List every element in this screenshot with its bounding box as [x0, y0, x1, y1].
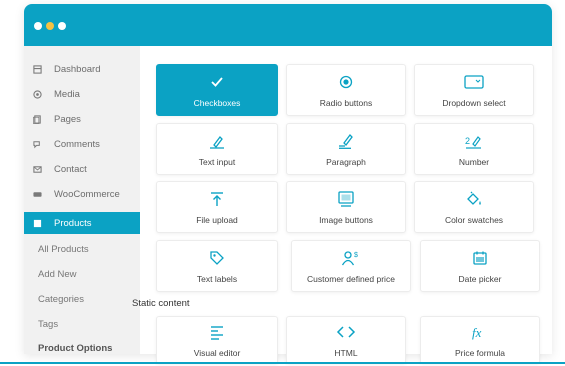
sidebar-item-comments[interactable]: Comments — [24, 133, 140, 155]
dashboard-icon — [33, 64, 42, 74]
field-card-date-picker[interactable]: Date picker — [420, 240, 540, 292]
paragraph-icon — [336, 132, 356, 150]
sidebar-item-label: Media — [54, 88, 80, 100]
svg-text:$: $ — [354, 252, 358, 259]
sidebar-item-contact[interactable]: Contact — [24, 158, 140, 180]
dropdown-icon — [464, 73, 484, 91]
fx-icon: fx — [470, 323, 490, 341]
admin-sidebar: Dashboard Media Pages Comments Contact W… — [24, 46, 140, 354]
code-icon — [336, 323, 356, 341]
field-card-text-labels[interactable]: Text labels — [156, 240, 278, 292]
bottom-accent-line — [0, 362, 565, 364]
checkmark-icon — [207, 73, 227, 91]
paint-bucket-icon — [464, 190, 484, 208]
sidebar-item-pages[interactable]: Pages — [24, 108, 140, 130]
submenu-item-categories[interactable]: Categories — [38, 294, 84, 305]
comments-icon — [33, 140, 40, 148]
field-card-visual-editor[interactable]: Visual editor — [156, 316, 278, 364]
field-card-label: Checkboxes — [193, 97, 241, 108]
radio-icon — [336, 73, 356, 91]
field-card-label: File upload — [196, 214, 238, 225]
window-dot-white — [34, 22, 42, 30]
submenu-item-all-products[interactable]: All Products — [38, 244, 89, 255]
contact-icon — [33, 165, 42, 173]
field-card-image-buttons[interactable]: Image buttons — [286, 181, 406, 233]
sidebar-item-media[interactable]: Media — [24, 83, 140, 105]
field-card-color-swatches[interactable]: Color swatches — [414, 181, 534, 233]
field-card-label: Visual editor — [193, 347, 241, 358]
submenu-item-product-options[interactable]: Product Options — [38, 343, 112, 354]
field-card-paragraph[interactable]: Paragraph — [286, 123, 406, 175]
sidebar-item-label: Comments — [54, 138, 100, 150]
field-card-label: HTML — [334, 347, 358, 358]
sidebar-item-label: Dashboard — [54, 63, 101, 75]
media-icon — [33, 89, 42, 99]
sidebar-item-label: Products — [54, 217, 92, 229]
app-window: Dashboard Media Pages Comments Contact W… — [24, 4, 552, 354]
field-card-number[interactable]: 2 Number — [414, 123, 534, 175]
field-card-radio-buttons[interactable]: Radio buttons — [286, 64, 406, 116]
field-card-label: Customer defined price — [307, 273, 395, 284]
pages-icon — [33, 114, 41, 124]
sidebar-item-products[interactable]: Products — [24, 212, 140, 234]
woocommerce-icon — [33, 191, 42, 197]
field-card-file-upload[interactable]: File upload — [156, 181, 278, 233]
field-card-label: Color swatches — [444, 214, 504, 225]
window-dot-white — [58, 22, 66, 30]
number-icon: 2 — [464, 132, 484, 150]
sidebar-item-label: WooCommerce — [54, 188, 120, 200]
field-card-text-input[interactable]: Text input — [156, 123, 278, 175]
image-icon — [336, 190, 356, 208]
sidebar-item-woocommerce[interactable]: WooCommerce — [24, 183, 140, 205]
field-card-label: Dropdown select — [442, 97, 506, 108]
field-card-dropdown-select[interactable]: Dropdown select — [414, 64, 534, 116]
window-titlebar — [24, 4, 552, 46]
field-card-checkboxes[interactable]: Checkboxes — [156, 64, 278, 116]
tag-icon — [207, 249, 227, 267]
field-card-html[interactable]: HTML — [286, 316, 406, 364]
sidebar-item-label: Contact — [54, 163, 87, 175]
sidebar-item-dashboard[interactable]: Dashboard — [24, 58, 140, 80]
field-card-customer-defined-price[interactable]: $ Customer defined price — [291, 240, 411, 292]
submenu-item-tags[interactable]: Tags — [38, 319, 58, 330]
text-input-icon — [207, 132, 227, 150]
customer-price-icon: $ — [341, 249, 361, 267]
field-card-label: Text input — [198, 156, 236, 167]
calendar-icon — [470, 249, 490, 267]
upload-icon — [207, 190, 227, 208]
products-icon — [33, 219, 42, 227]
field-card-label: Radio buttons — [319, 97, 373, 108]
field-card-label: Image buttons — [319, 214, 373, 225]
field-card-label: Price formula — [454, 347, 506, 358]
svg-text:fx: fx — [472, 325, 482, 340]
window-dot-yellow — [46, 22, 54, 30]
sidebar-item-label: Pages — [54, 113, 81, 125]
svg-text:2: 2 — [465, 136, 470, 146]
field-card-price-formula[interactable]: fx Price formula — [420, 316, 540, 364]
field-card-label: Text labels — [196, 273, 238, 284]
field-card-label: Date picker — [458, 273, 502, 284]
static-content-heading: Static content — [132, 298, 190, 309]
products-submenu: All Products Add New Categories Tags Pro… — [24, 244, 140, 354]
field-card-label: Number — [458, 156, 490, 167]
submenu-item-add-new[interactable]: Add New — [38, 269, 77, 280]
visual-editor-icon — [207, 323, 227, 341]
field-card-label: Paragraph — [326, 156, 366, 167]
